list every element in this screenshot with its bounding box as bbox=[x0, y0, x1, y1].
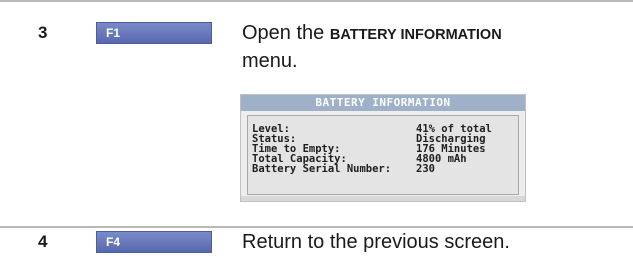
step-row-4: 4 F4 Return to the previous screen. bbox=[0, 226, 633, 257]
step-instruction: Open the BATTERY INFORMATION menu. bbox=[242, 20, 622, 74]
instruction-suffix: menu. bbox=[242, 50, 298, 72]
battery-info-screen: BATTERY INFORMATION Level: 41% of total … bbox=[240, 94, 526, 202]
instruction-menu-name: BATTERY INFORMATION bbox=[329, 27, 502, 43]
step-row-3: 3 F1 Open the BATTERY INFORMATION menu. … bbox=[0, 0, 633, 226]
info-label: Battery Serial Number: bbox=[252, 163, 392, 175]
info-row-serial-number: Battery Serial Number: 230 bbox=[252, 164, 514, 175]
step-number: 4 bbox=[38, 232, 48, 251]
instruction-prefix: Open the bbox=[242, 22, 330, 44]
step-number: 3 bbox=[38, 23, 48, 42]
screen-footer-bar bbox=[241, 196, 525, 201]
f4-key-button[interactable]: F4 bbox=[96, 231, 212, 253]
f1-key-button[interactable]: F1 bbox=[96, 22, 212, 44]
screen-body: Level: 41% of total Status: Discharging … bbox=[247, 115, 519, 195]
step-instruction: Return to the previous screen. bbox=[242, 231, 510, 253]
info-value: 230 bbox=[416, 163, 435, 175]
screen-title: BATTERY INFORMATION bbox=[241, 95, 525, 111]
